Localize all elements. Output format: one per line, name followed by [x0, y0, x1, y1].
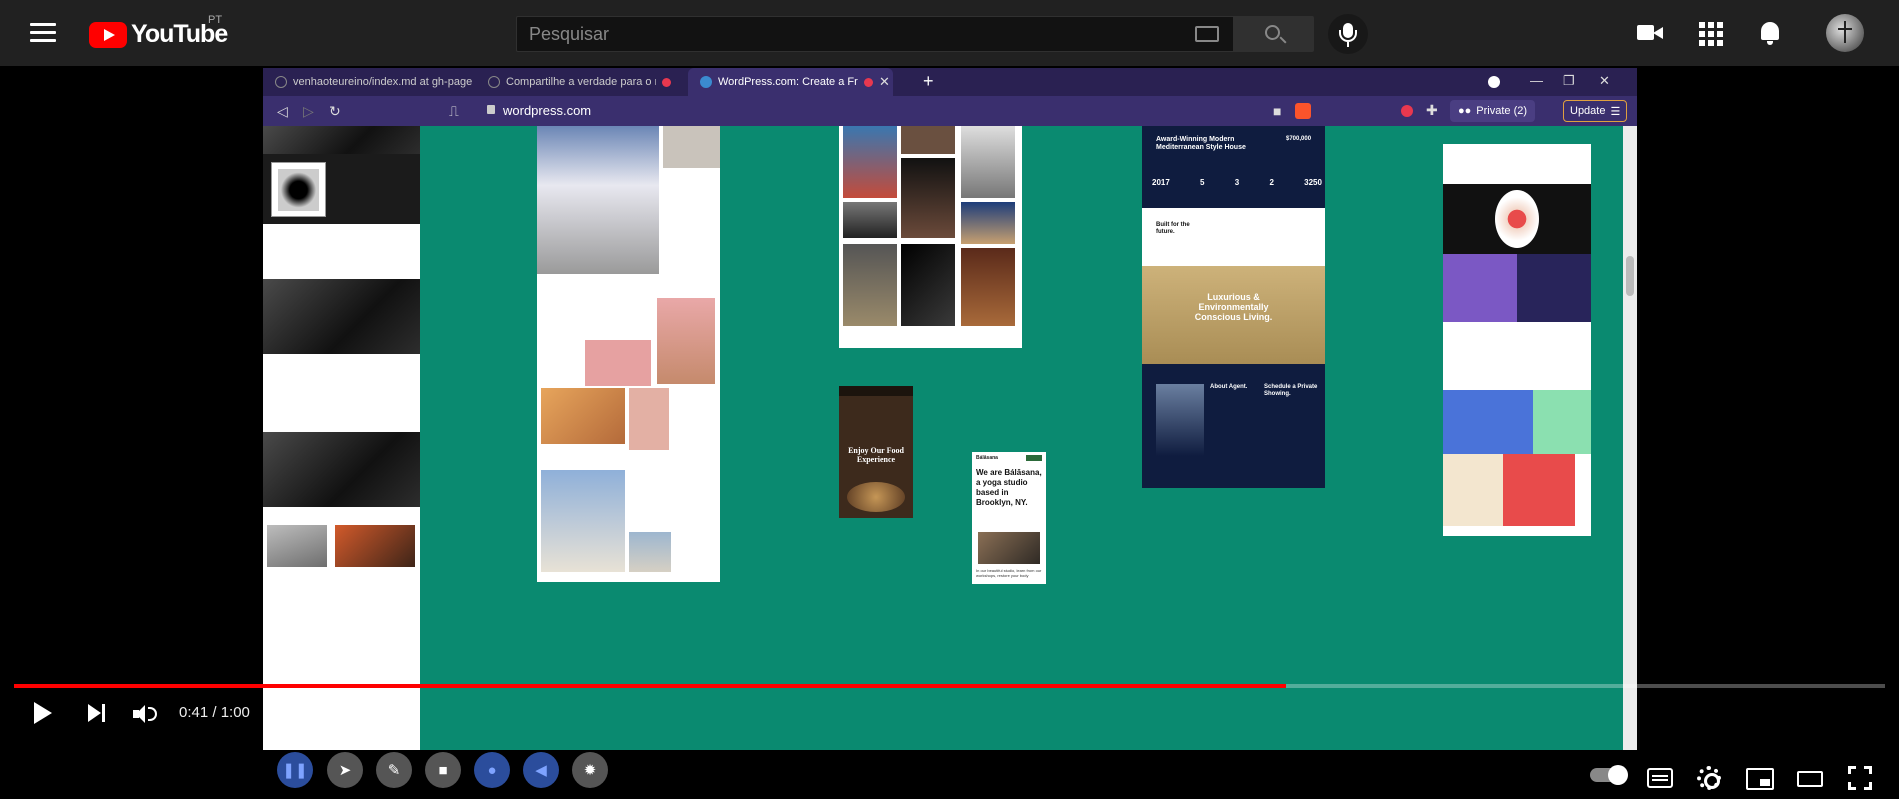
schedule-heading: Schedule a Private Showing. — [1264, 384, 1318, 397]
yoga-menu-button — [1026, 455, 1042, 461]
region-code: PT — [208, 14, 223, 26]
wordpress-icon — [700, 76, 712, 88]
recording-icon — [864, 77, 873, 87]
youtube-play-logo-icon — [89, 21, 127, 48]
theme-preview-illustration[interactable] — [1443, 144, 1591, 536]
scrollbar-thumb[interactable] — [1626, 256, 1634, 296]
extensions-icon[interactable]: ✚ — [1426, 102, 1438, 119]
yoga-heading: We are Bálāsana, a yoga studio based in … — [976, 468, 1042, 507]
hamburger-menu-icon[interactable] — [30, 20, 56, 44]
search-button[interactable] — [1234, 16, 1314, 52]
system-audio-icon[interactable]: ◀ — [523, 752, 559, 788]
theme-preview-music[interactable] — [263, 126, 420, 750]
search-input[interactable] — [517, 17, 1117, 51]
built-heading: Built for the future. — [1156, 222, 1190, 235]
apps-grid-icon[interactable] — [1697, 20, 1723, 46]
video-camera-icon — [1637, 25, 1654, 40]
tab-label: Compartilhe a verdade para o mu — [506, 76, 656, 88]
youtube-page: YouTube PT Pesquisar venhaoteureino/inde… — [0, 0, 1899, 799]
play-icon[interactable] — [34, 702, 52, 724]
browser-tab-bar: venhaoteureino/index.md at gh-page Compa… — [263, 68, 1637, 96]
github-icon — [275, 76, 287, 88]
new-tab-button[interactable]: + — [923, 71, 934, 92]
theme-preview-real-estate[interactable]: Award-Winning Modern Mediterranean Style… — [1142, 126, 1325, 488]
forward-icon[interactable]: ▷ — [303, 103, 314, 120]
recorded-browser-window: venhaoteureino/index.md at gh-page Compa… — [263, 68, 1637, 750]
bell-icon — [1761, 22, 1779, 40]
fullscreen-icon[interactable] — [1848, 766, 1872, 790]
volume-icon[interactable] — [133, 704, 159, 724]
browser-tab-active[interactable]: WordPress.com: Create a Free ✕ — [688, 68, 893, 96]
private-label: Private (2) — [1476, 105, 1528, 117]
download-icon[interactable] — [1488, 76, 1500, 88]
search-box — [516, 16, 1234, 52]
browser-tab[interactable]: Compartilhe a verdade para o mu — [476, 68, 686, 96]
about-agent-heading: About Agent. — [1210, 384, 1248, 390]
tab-label: venhaoteureino/index.md at gh-page — [293, 76, 473, 88]
wordpress-themes-page: Enjoy Our Food Experience Bálāsana We ar… — [263, 126, 1637, 750]
youtube-logo[interactable]: YouTube — [89, 20, 228, 49]
autoplay-toggle[interactable] — [1590, 765, 1628, 785]
recording-icon — [662, 77, 671, 87]
brave-shield-icon[interactable] — [1295, 103, 1311, 119]
bookmark-icon[interactable]: ⎍ — [449, 103, 459, 120]
theme-preview-food[interactable]: Enjoy Our Food Experience — [839, 386, 913, 518]
progress-bar-played — [14, 684, 1286, 688]
subtitles-icon[interactable] — [1647, 768, 1673, 788]
globe-icon — [488, 76, 500, 88]
reload-icon[interactable]: ↻ — [329, 103, 341, 120]
house-price: $700,000 — [1286, 136, 1312, 142]
account-avatar[interactable] — [1826, 14, 1864, 52]
yoga-intro: In our beautiful studio, learn from our … — [976, 568, 1042, 578]
page-scrollbar[interactable] — [1623, 126, 1637, 750]
yoga-brand: Bálāsana — [976, 455, 998, 461]
keyboard-icon[interactable] — [1195, 26, 1219, 42]
album-art — [271, 162, 326, 217]
theme-preview-portraits[interactable] — [839, 126, 1022, 348]
camera-permission-icon[interactable]: ■ — [1273, 103, 1281, 119]
lock-icon — [487, 105, 495, 114]
youtube-header: YouTube PT — [0, 0, 1899, 66]
back-icon[interactable]: ◁ — [277, 103, 288, 120]
pen-tool-icon[interactable]: ✎ — [376, 752, 412, 788]
house-title: Award-Winning Modern Mediterranean Style… — [1156, 136, 1246, 151]
next-video-icon[interactable] — [88, 704, 108, 722]
tab-label: WordPress.com: Create a Free — [718, 76, 858, 88]
luxurious-heading: Luxurious & Environmentally Conscious Li… — [1194, 292, 1273, 322]
agent-photo — [1156, 384, 1204, 456]
pause-recording-icon[interactable]: ❚❚ — [277, 752, 313, 788]
search-icon — [1265, 25, 1280, 40]
private-window-badge[interactable]: ●● Private (2) — [1450, 100, 1536, 122]
camera-tool-icon[interactable]: ■ — [425, 752, 461, 788]
update-label: Update — [1570, 105, 1606, 117]
private-glasses-icon: ●● — [1458, 105, 1472, 117]
theme-preview-yoga[interactable]: Bálāsana We are Bálāsana, a yoga studio … — [972, 452, 1046, 584]
food-heading: Enjoy Our Food Experience — [848, 446, 904, 464]
settings-tool-icon[interactable]: ✹ — [572, 752, 608, 788]
recording-icon[interactable] — [1401, 105, 1413, 117]
menu-lines-icon: ☰ — [1610, 105, 1621, 118]
address-bar: ◁ ▷ ↻ ⎍ wordpress.com ■ ✚ ●● Private (2)… — [263, 96, 1637, 126]
update-button[interactable]: Update ☰ — [1563, 100, 1628, 122]
restore-icon[interactable]: ❐ — [1563, 73, 1575, 89]
cursor-tool-icon[interactable]: ➤ — [327, 752, 363, 788]
settings-gear-icon[interactable] — [1697, 766, 1721, 790]
close-tab-icon[interactable]: ✕ — [879, 74, 890, 90]
browser-tab[interactable]: venhaoteureino/index.md at gh-page — [263, 68, 475, 96]
url-text[interactable]: wordpress.com — [503, 103, 591, 118]
microphone-tool-icon[interactable]: ● — [474, 752, 510, 788]
video-player[interactable]: venhaoteureino/index.md at gh-page Compa… — [0, 66, 1899, 799]
time-display: 0:41 / 1:00 — [179, 704, 250, 721]
theme-preview-fashion[interactable] — [537, 126, 720, 582]
miniplayer-icon[interactable] — [1746, 768, 1774, 790]
theater-mode-icon[interactable] — [1797, 771, 1823, 787]
house-stats: 2017 5 3 2 3250 — [1152, 178, 1322, 187]
close-window-icon[interactable]: ✕ — [1599, 73, 1610, 89]
voice-search-button[interactable] — [1328, 14, 1368, 54]
create-video-button[interactable] — [1637, 20, 1663, 46]
notifications-button[interactable] — [1757, 20, 1783, 46]
minimize-icon[interactable]: — — [1530, 73, 1543, 88]
